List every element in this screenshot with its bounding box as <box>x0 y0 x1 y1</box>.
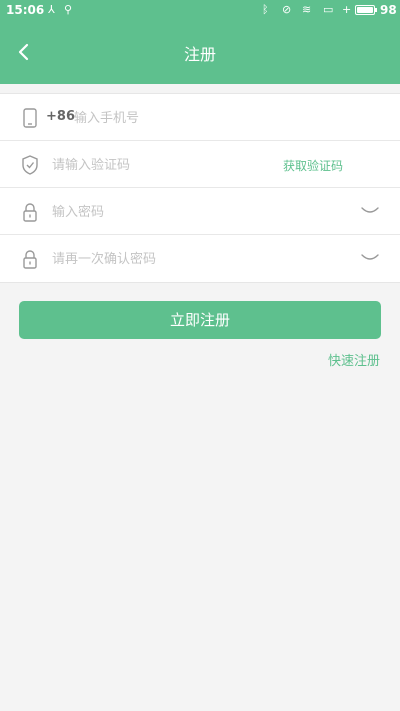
code-row: 获取验证码 <box>0 141 400 188</box>
password-row <box>0 188 400 235</box>
wifi-icon: ≋ <box>302 3 312 16</box>
password-input[interactable] <box>52 200 332 224</box>
status-time: 15:06 <box>6 3 45 17</box>
eye-closed-icon[interactable] <box>360 252 380 264</box>
charging-icon: ⚲ <box>64 3 73 16</box>
top-bar: 注册 <box>0 22 400 84</box>
status-bar: 15:06 ⅄ ⚲ ᛒ ⊘ ≋ ▭ + 98 <box>0 0 400 22</box>
country-code: +86 <box>46 109 75 124</box>
lock-icon <box>20 248 40 270</box>
confirm-password-row <box>0 235 400 282</box>
battery-percent: 98 <box>380 3 397 17</box>
register-button[interactable]: 立即注册 <box>19 301 381 339</box>
battery-icon <box>355 5 375 15</box>
confirm-password-input[interactable] <box>52 247 332 271</box>
usb-icon: ⅄ <box>48 3 55 16</box>
page-title: 注册 <box>183 45 216 64</box>
get-code-button[interactable]: 获取验证码 <box>283 157 343 174</box>
phone-input[interactable] <box>74 106 334 130</box>
eye-closed-icon[interactable] <box>360 205 380 217</box>
phone-row: +86 <box>0 94 400 141</box>
mute-icon: ⊘ <box>282 3 292 16</box>
screen-icon: ▭ <box>323 3 334 16</box>
phone-icon <box>20 107 40 129</box>
bluetooth-icon: ᛒ <box>262 3 269 16</box>
shield-check-icon <box>20 154 40 176</box>
register-form: +86 获取验证码 <box>0 93 400 283</box>
verification-code-input[interactable] <box>52 153 252 177</box>
battery-bolt-icon: + <box>342 3 352 16</box>
battery-tip <box>375 8 377 12</box>
lock-icon <box>20 201 40 223</box>
quick-register-link[interactable]: 快速注册 <box>328 350 380 369</box>
